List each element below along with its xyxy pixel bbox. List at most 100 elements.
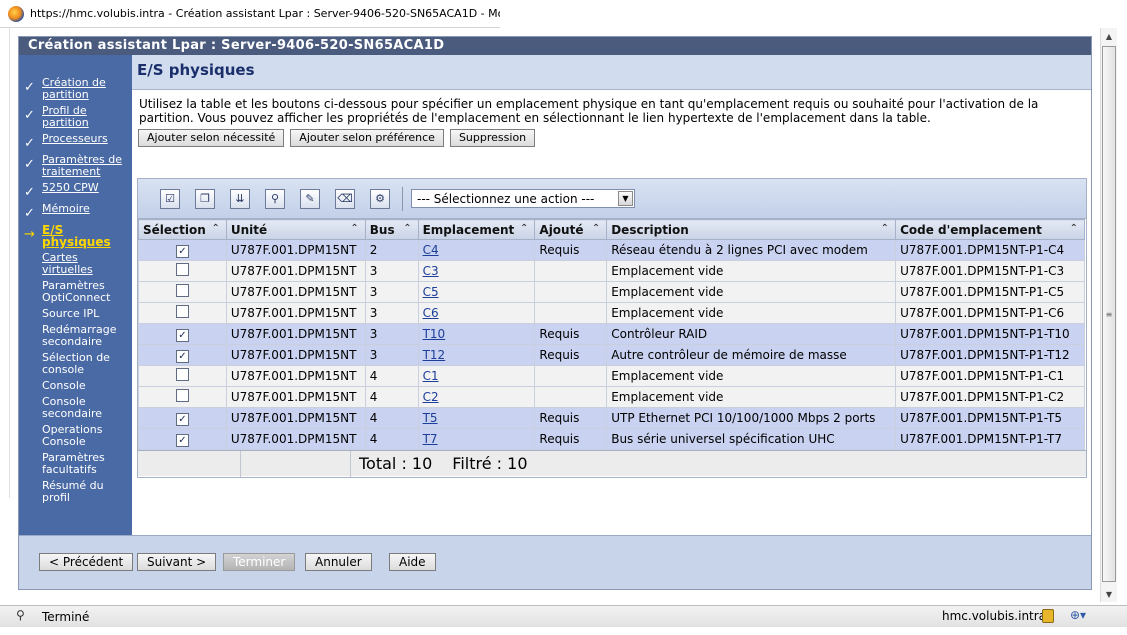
clear-sort-icon[interactable]: ⌫ bbox=[335, 188, 355, 209]
check-icon: ✓ bbox=[24, 80, 35, 95]
lock-icon[interactable] bbox=[1042, 609, 1054, 623]
column-header[interactable]: Code d'emplacement ⌃ bbox=[895, 219, 1085, 240]
row-checkbox[interactable]: ✓ bbox=[175, 412, 189, 426]
slot-link[interactable]: C2 bbox=[423, 390, 439, 404]
remove-button[interactable]: Suppression bbox=[449, 129, 536, 147]
edit-sort-icon[interactable]: ✎ bbox=[300, 188, 320, 209]
row-checkbox[interactable]: ✓ bbox=[175, 328, 189, 342]
unit-cell: U787F.001.DPM15NT bbox=[230, 411, 357, 425]
scroll-thumb[interactable]: ≡ bbox=[1102, 46, 1116, 582]
row-checkbox[interactable] bbox=[175, 305, 189, 318]
nav-step-label: Console bbox=[42, 379, 86, 392]
slot-link[interactable]: C3 bbox=[423, 264, 439, 278]
nav-step-10: Source IPL bbox=[19, 308, 132, 320]
zoom-icon[interactable]: ⊕▾ bbox=[1070, 608, 1086, 622]
browser-title-bar: https://hmc.volubis.intra - Création ass… bbox=[0, 0, 500, 28]
slot-link[interactable]: T12 bbox=[423, 348, 446, 362]
description-cell: Emplacement vide bbox=[611, 390, 724, 404]
nav-step-3[interactable]: ✓ Processeurs bbox=[19, 133, 132, 151]
main-content: E/S physiques Utilisez la table et les b… bbox=[132, 55, 1091, 535]
row-checkbox[interactable] bbox=[175, 263, 189, 276]
table-row[interactable]: U787F.001.DPM15NT 3 C5 Emplacement vide U787… bbox=[138, 281, 1085, 303]
configure-columns-icon[interactable]: ⚙ bbox=[370, 188, 390, 209]
add-required-button[interactable]: Ajouter selon nécessité bbox=[138, 129, 285, 147]
select-all-icon[interactable]: ☑ bbox=[160, 188, 180, 209]
nav-step-17: Résumé du profil bbox=[19, 480, 132, 504]
bus-cell: 2 bbox=[369, 243, 378, 257]
table-row[interactable]: U787F.001.DPM15NT 4 C1 Emplacement vide U787… bbox=[138, 365, 1085, 387]
vertical-scrollbar[interactable]: ▲ ≡ ▼ bbox=[1100, 28, 1117, 602]
column-header[interactable]: Emplacement ⌃ bbox=[417, 219, 536, 240]
clear-filters-icon[interactable]: ⚲ bbox=[265, 188, 285, 209]
slot-link[interactable]: T10 bbox=[423, 327, 446, 341]
row-checkbox[interactable] bbox=[175, 284, 189, 297]
finish-button[interactable]: Terminer bbox=[223, 553, 296, 571]
location-code-cell: U787F.001.DPM15NT-P1-C4 bbox=[895, 239, 1085, 261]
unit-cell: U787F.001.DPM15NT bbox=[230, 264, 357, 278]
column-header[interactable]: Description ⌃ bbox=[606, 219, 897, 240]
row-checkbox[interactable]: ✓ bbox=[175, 433, 189, 447]
nav-step-label: Redémarrage secondaire bbox=[42, 323, 117, 348]
show-filter-row-icon[interactable]: ⇊ bbox=[230, 188, 250, 209]
step-spacer bbox=[24, 324, 42, 328]
slot-link[interactable]: C4 bbox=[423, 243, 439, 257]
slot-link[interactable]: C6 bbox=[423, 306, 439, 320]
table-row[interactable]: ✓ U787F.001.DPM15NT 2 C4 Requis Réseau étendu… bbox=[138, 239, 1085, 261]
previous-button[interactable]: < Précédent bbox=[39, 553, 134, 571]
slot-link[interactable]: C5 bbox=[423, 285, 439, 299]
sort-arrow-icon[interactable]: ⌃ bbox=[520, 223, 528, 234]
next-button[interactable]: Suivant > bbox=[137, 553, 217, 571]
sort-arrow-icon[interactable]: ⌃ bbox=[1070, 223, 1078, 234]
added-cell: Requis bbox=[534, 239, 608, 261]
scroll-down-icon[interactable]: ▼ bbox=[1101, 586, 1117, 602]
add-desired-button[interactable]: Ajouter selon préférence bbox=[290, 129, 444, 147]
table-footer: Total : 10 Filtré : 10 bbox=[138, 450, 1086, 477]
footer-spacer bbox=[241, 450, 351, 477]
action-select[interactable]: --- Sélectionnez une action --- ▼ bbox=[411, 189, 635, 208]
slot-link[interactable]: C1 bbox=[423, 369, 439, 383]
slot-link[interactable]: T7 bbox=[423, 432, 438, 446]
row-checkbox[interactable]: ✓ bbox=[175, 244, 189, 258]
slot-link[interactable]: T5 bbox=[423, 411, 438, 425]
row-checkbox[interactable]: ✓ bbox=[175, 349, 189, 363]
scroll-up-icon[interactable]: ▲ bbox=[1101, 28, 1117, 44]
sort-arrow-icon[interactable]: ⌃ bbox=[350, 223, 358, 234]
sort-arrow-icon[interactable]: ⌃ bbox=[592, 223, 600, 234]
chevron-down-icon[interactable]: ▼ bbox=[618, 191, 633, 206]
column-header-label: Sélection bbox=[143, 222, 206, 237]
selection-cell: ✓ bbox=[138, 428, 227, 450]
row-checkbox[interactable] bbox=[175, 368, 189, 381]
nav-step-1[interactable]: ✓ Création de partition bbox=[19, 77, 132, 101]
nav-step-6[interactable]: ✓ Mémoire bbox=[19, 203, 132, 221]
table-row[interactable]: U787F.001.DPM15NT 3 C3 Emplacement vide U787… bbox=[138, 260, 1085, 282]
table-row[interactable]: ✓ U787F.001.DPM15NT 3 T12 Requis Autre contrô… bbox=[138, 344, 1085, 366]
column-header[interactable]: Sélection ⌃ bbox=[138, 219, 227, 240]
table-row[interactable]: U787F.001.DPM15NT 4 C2 Emplacement vide U787… bbox=[138, 386, 1085, 408]
nav-step-2[interactable]: ✓ Profil de partition bbox=[19, 105, 132, 129]
location-code-cell: U787F.001.DPM15NT-P1-T12 bbox=[895, 344, 1085, 366]
nav-step-4[interactable]: ✓ Paramètres de traitement bbox=[19, 154, 132, 178]
column-header[interactable]: Ajouté ⌃ bbox=[534, 219, 608, 240]
action-select-value: --- Sélectionnez une action --- bbox=[417, 191, 595, 206]
row-checkbox[interactable] bbox=[175, 389, 189, 402]
cancel-button[interactable]: Annuler bbox=[305, 553, 372, 571]
nav-step-5[interactable]: ✓ 5250 CPW bbox=[19, 182, 132, 200]
table-row[interactable]: ✓ U787F.001.DPM15NT 4 T7 Requis Bus série uni… bbox=[138, 428, 1085, 450]
table-row[interactable]: U787F.001.DPM15NT 3 C6 Emplacement vide U787… bbox=[138, 302, 1085, 324]
deselect-all-icon[interactable]: ❐ bbox=[195, 188, 215, 209]
table-row[interactable]: ✓ U787F.001.DPM15NT 3 T10 Requis Contrôleur R… bbox=[138, 323, 1085, 345]
bus-cell: 3 bbox=[369, 264, 378, 278]
nav-step-7[interactable]: → E/S physiques bbox=[19, 224, 132, 248]
added-cell bbox=[534, 365, 608, 387]
nav-step-8[interactable]: Cartes virtuelles bbox=[19, 252, 132, 276]
sort-arrow-icon[interactable]: ⌃ bbox=[403, 223, 411, 234]
page-title: E/S physiques bbox=[132, 55, 1091, 90]
column-header[interactable]: Unité ⌃ bbox=[225, 219, 366, 240]
table-row[interactable]: ✓ U787F.001.DPM15NT 4 T5 Requis UTP Ethernet … bbox=[138, 407, 1085, 429]
bus-cell: 4 bbox=[369, 390, 378, 404]
help-button[interactable]: Aide bbox=[389, 553, 436, 571]
step-spacer bbox=[24, 308, 42, 312]
sort-arrow-icon[interactable]: ⌃ bbox=[881, 223, 889, 234]
sort-arrow-icon[interactable]: ⌃ bbox=[211, 223, 219, 234]
column-header[interactable]: Bus ⌃ bbox=[364, 219, 419, 240]
